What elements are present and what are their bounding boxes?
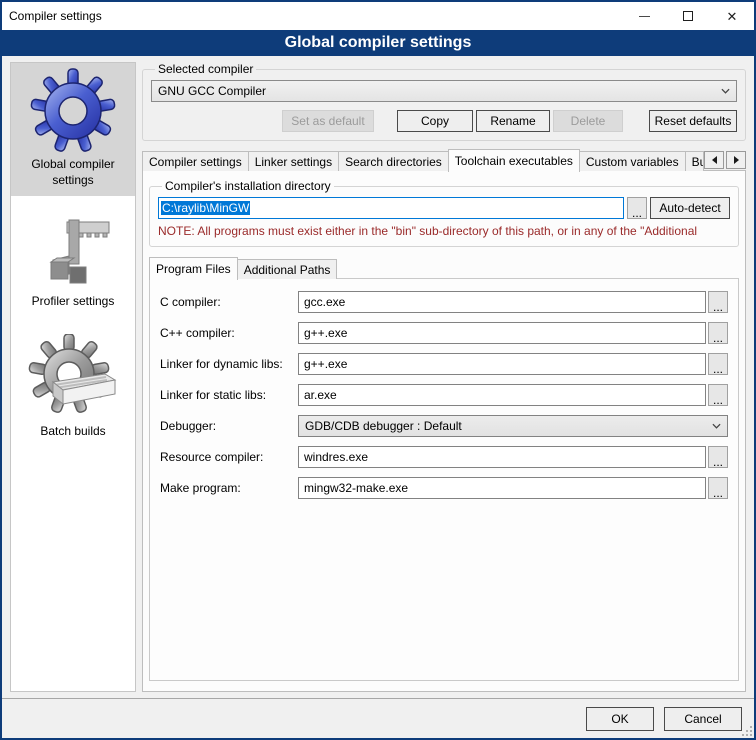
compiler-settings-dialog: Compiler settings ✕ Global compiler sett…	[0, 0, 756, 740]
debugger-select[interactable]: GDB/CDB debugger : Default	[298, 415, 728, 437]
window-title: Compiler settings	[2, 9, 102, 23]
static-linker-row: Linker for static libs: ...	[160, 384, 728, 406]
program-files-tabstrip: Program Files Additional Paths	[149, 257, 739, 279]
resource-compiler-browse-button[interactable]: ...	[708, 446, 728, 468]
dialog-footer: OK Cancel	[2, 698, 754, 738]
chevron-down-icon	[712, 423, 721, 429]
compiler-buttons-row: Set as default Copy Rename Delete Reset …	[151, 110, 737, 132]
maximize-button[interactable]	[666, 2, 710, 30]
close-button[interactable]: ✕	[710, 2, 754, 30]
reset-defaults-button[interactable]: Reset defaults	[649, 110, 737, 132]
bin-subdirectory-note: NOTE: All programs must exist either in …	[158, 224, 730, 238]
make-program-row: Make program: ...	[160, 477, 728, 499]
debugger-row: Debugger: GDB/CDB debugger : Default	[160, 415, 728, 437]
sidebar-item-profiler-settings[interactable]: Profiler settings	[11, 208, 135, 318]
arrow-right-icon	[734, 156, 739, 164]
installation-directory-group: Compiler's installation directory C:\ray…	[149, 179, 739, 247]
resource-compiler-row: Resource compiler: ...	[160, 446, 728, 468]
dialog-body: Global compiler settings	[2, 56, 754, 698]
sidebar-item-global-compiler-settings[interactable]: Global compiler settings	[11, 63, 135, 196]
dynamic-linker-row: Linker for dynamic libs: ...	[160, 353, 728, 375]
program-files-page: C compiler: ... C++ compiler: ... Linker…	[149, 278, 739, 681]
tab-custom-variables[interactable]: Custom variables	[579, 151, 686, 171]
c-compiler-label: C compiler:	[160, 295, 298, 309]
caption-buttons: ✕	[622, 2, 754, 30]
selected-compiler-group-label: Selected compiler	[155, 62, 256, 76]
subtab-program-files[interactable]: Program Files	[149, 257, 238, 280]
main-panel: Selected compiler GNU GCC Compiler Set a…	[142, 62, 746, 692]
cpp-compiler-browse-button[interactable]: ...	[708, 322, 728, 344]
make-program-label: Make program:	[160, 481, 298, 495]
tab-search-directories[interactable]: Search directories	[338, 151, 449, 171]
copy-button[interactable]: Copy	[397, 110, 473, 132]
tab-compiler-settings[interactable]: Compiler settings	[142, 151, 249, 171]
tab-scroll-arrows	[704, 151, 746, 171]
cpp-compiler-row: C++ compiler: ...	[160, 322, 728, 344]
sidebar-item-label: Profiler settings	[32, 294, 115, 310]
resource-compiler-label: Resource compiler:	[160, 450, 298, 464]
compiler-select-value: GNU GCC Compiler	[158, 84, 721, 98]
minimize-icon	[639, 16, 650, 17]
installation-directory-row: C:\raylib\MinGW ... Auto-detect	[158, 197, 730, 219]
dynamic-linker-label: Linker for dynamic libs:	[160, 357, 298, 371]
sidebar-item-label: Global compiler settings	[13, 157, 133, 188]
cpp-compiler-input[interactable]	[298, 322, 706, 344]
delete-button: Delete	[553, 110, 623, 132]
static-linker-input[interactable]	[298, 384, 706, 406]
ok-button[interactable]: OK	[586, 707, 654, 731]
tab-scroll-left-button[interactable]	[704, 151, 724, 169]
make-program-browse-button[interactable]: ...	[708, 477, 728, 499]
cancel-button[interactable]: Cancel	[664, 707, 742, 731]
tab-build-options[interactable]: Build options	[685, 151, 704, 171]
dialog-banner: Global compiler settings	[2, 30, 754, 56]
installation-directory-group-label: Compiler's installation directory	[162, 179, 334, 193]
minimize-button[interactable]	[622, 2, 666, 30]
installation-directory-value: C:\raylib\MinGW	[161, 201, 250, 215]
make-program-input[interactable]	[298, 477, 706, 499]
tab-toolchain-executables[interactable]: Toolchain executables	[448, 149, 580, 172]
tab-linker-settings[interactable]: Linker settings	[248, 151, 339, 171]
c-compiler-browse-button[interactable]: ...	[708, 291, 728, 313]
tab-scroll-right-button[interactable]	[726, 151, 746, 169]
resize-grip[interactable]	[742, 726, 752, 736]
dynamic-linker-input[interactable]	[298, 353, 706, 375]
c-compiler-input[interactable]	[298, 291, 706, 313]
compiler-select[interactable]: GNU GCC Compiler	[151, 80, 737, 102]
rename-button[interactable]: Rename	[476, 110, 550, 132]
blue-gear-icon	[27, 67, 119, 155]
toolchain-executables-page: Compiler's installation directory C:\ray…	[142, 170, 746, 692]
set-as-default-button: Set as default	[282, 110, 374, 132]
debugger-select-value: GDB/CDB debugger : Default	[305, 419, 712, 433]
subtab-additional-paths[interactable]: Additional Paths	[237, 259, 338, 279]
sidebar-item-batch-builds[interactable]: Batch builds	[11, 330, 135, 448]
settings-tabstrip: Compiler settings Linker settings Search…	[142, 149, 746, 171]
static-linker-label: Linker for static libs:	[160, 388, 298, 402]
chevron-down-icon	[721, 88, 730, 94]
installation-directory-input[interactable]: C:\raylib\MinGW	[158, 197, 624, 219]
settings-category-list: Global compiler settings	[10, 62, 136, 692]
caliper-icon	[33, 212, 113, 292]
installation-directory-browse-button[interactable]: ...	[627, 197, 647, 219]
selected-compiler-group: Selected compiler GNU GCC Compiler Set a…	[142, 62, 746, 141]
static-linker-browse-button[interactable]: ...	[708, 384, 728, 406]
auto-detect-button[interactable]: Auto-detect	[650, 197, 730, 219]
arrow-left-icon	[712, 156, 717, 164]
c-compiler-row: C compiler: ...	[160, 291, 728, 313]
debugger-label: Debugger:	[160, 419, 298, 433]
maximize-icon	[683, 11, 693, 21]
cpp-compiler-label: C++ compiler:	[160, 326, 298, 340]
close-icon: ✕	[727, 10, 738, 23]
dynamic-linker-browse-button[interactable]: ...	[708, 353, 728, 375]
gray-gear-stack-icon	[27, 334, 119, 422]
titlebar[interactable]: Compiler settings ✕	[2, 2, 754, 30]
sidebar-item-label: Batch builds	[40, 424, 105, 440]
resource-compiler-input[interactable]	[298, 446, 706, 468]
